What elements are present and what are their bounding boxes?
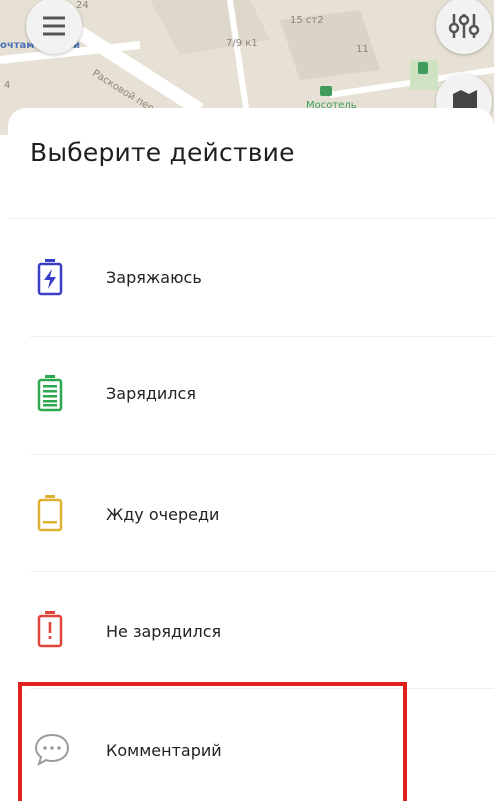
filter-button[interactable] — [436, 0, 492, 54]
park-icon — [418, 62, 428, 74]
action-charged[interactable]: Зарядился — [8, 337, 494, 453]
map-label-building-7: 7/9 к1 — [226, 38, 258, 49]
map-label-building-4: 4 — [4, 80, 11, 91]
action-not-charged[interactable]: Не зарядился — [8, 572, 494, 688]
battery-alert-icon — [37, 611, 63, 648]
battery-full-icon — [37, 375, 63, 412]
menu-button[interactable] — [26, 0, 82, 54]
hamburger-menu-icon — [43, 16, 65, 36]
action-charging[interactable]: Заряжаюсь — [8, 219, 494, 335]
action-label: Жду очереди — [106, 505, 220, 524]
action-label: Не зарядился — [106, 622, 222, 641]
action-label: Заряжаюсь — [106, 268, 202, 287]
action-waiting[interactable]: Жду очереди — [8, 455, 494, 571]
battery-charging-icon — [37, 259, 63, 296]
action-label: Зарядился — [106, 384, 196, 403]
sheet-title: Выберите действие — [30, 138, 295, 167]
hotel-icon — [320, 86, 332, 96]
battery-low-icon — [37, 495, 63, 532]
filter-sliders-icon — [448, 14, 480, 38]
map-label-building-11: 11 — [356, 44, 369, 55]
highlight-frame — [18, 682, 407, 801]
map-label-building-15: 15 ст2 — [290, 15, 324, 26]
